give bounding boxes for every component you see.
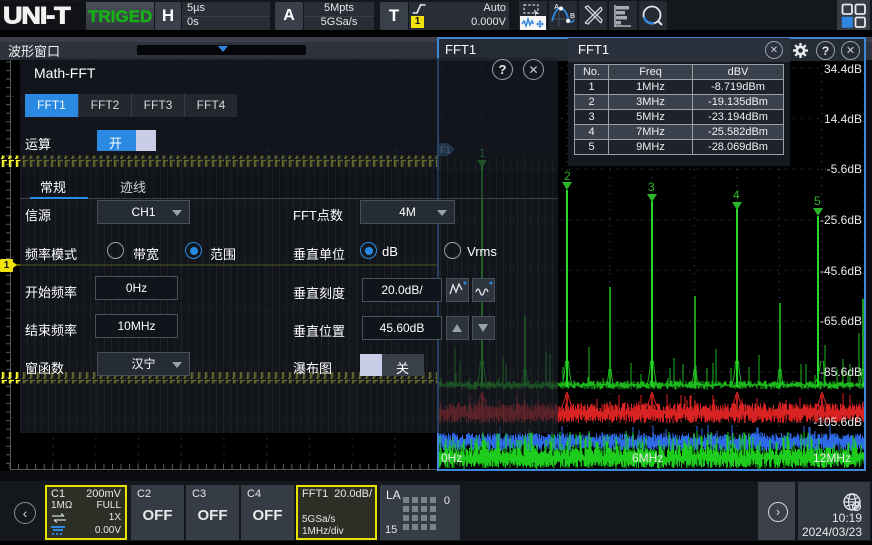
svg-text:4: 4 bbox=[733, 188, 740, 202]
svg-text:B: B bbox=[570, 13, 575, 20]
svg-text:3: 3 bbox=[648, 180, 655, 194]
svg-text:5: 5 bbox=[814, 194, 821, 208]
svg-text:A: A bbox=[554, 4, 559, 11]
svg-text:2: 2 bbox=[564, 169, 571, 183]
